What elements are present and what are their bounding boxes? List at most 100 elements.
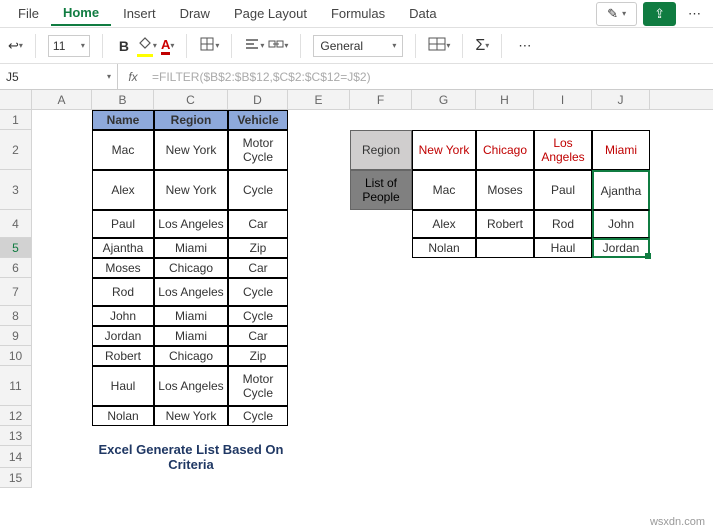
- cell-I4[interactable]: Rod: [534, 210, 592, 238]
- pen-button[interactable]: ✎ ▾: [596, 2, 637, 26]
- fx-button[interactable]: fx: [118, 70, 148, 84]
- menu-home[interactable]: Home: [51, 1, 111, 26]
- row-header-11[interactable]: 11: [0, 366, 31, 406]
- cell-B9[interactable]: Jordan: [92, 326, 154, 346]
- col-header-B[interactable]: B: [92, 90, 154, 110]
- cell-B8[interactable]: John: [92, 306, 154, 326]
- row-header-1[interactable]: 1: [0, 110, 31, 130]
- fill-handle[interactable]: [645, 253, 651, 259]
- font-color-button[interactable]: A ▾: [161, 37, 174, 55]
- menu-page-layout[interactable]: Page Layout: [222, 2, 319, 25]
- cell-G5[interactable]: Nolan: [412, 238, 476, 258]
- cell-C7[interactable]: Los Angeles: [154, 278, 228, 306]
- cell-C6[interactable]: Chicago: [154, 258, 228, 278]
- cell-C11[interactable]: Los Angeles: [154, 366, 228, 406]
- cell-H5[interactable]: [476, 238, 534, 258]
- col-header-E[interactable]: E: [288, 90, 350, 110]
- cell-B12[interactable]: Nolan: [92, 406, 154, 426]
- autosum-button[interactable]: Σ ▾: [475, 37, 489, 55]
- cell-D1[interactable]: Vehicle: [228, 110, 288, 130]
- name-box[interactable]: J5 ▾: [0, 64, 118, 89]
- cell-J4[interactable]: John: [592, 210, 650, 238]
- row-header-6[interactable]: 6: [0, 258, 31, 278]
- cell-G2[interactable]: New York: [412, 130, 476, 170]
- col-header-G[interactable]: G: [412, 90, 476, 110]
- undo-button[interactable]: ↩ ▾: [8, 38, 23, 54]
- row-header-5[interactable]: 5: [0, 238, 31, 258]
- cell-D8[interactable]: Cycle: [228, 306, 288, 326]
- cells-button[interactable]: ▾: [428, 36, 450, 55]
- menu-file[interactable]: File: [6, 2, 51, 25]
- col-header-J[interactable]: J: [592, 90, 650, 110]
- menu-insert[interactable]: Insert: [111, 2, 168, 25]
- row-header-3[interactable]: 3: [0, 170, 31, 210]
- align-button[interactable]: ▾: [244, 36, 264, 55]
- cell-F3[interactable]: List of People: [350, 170, 412, 210]
- cell-C1[interactable]: Region: [154, 110, 228, 130]
- cell-C5[interactable]: Miami: [154, 238, 228, 258]
- menu-draw[interactable]: Draw: [168, 2, 222, 25]
- cell-I3[interactable]: Paul: [534, 170, 592, 210]
- col-header-H[interactable]: H: [476, 90, 534, 110]
- cell-B6[interactable]: Moses: [92, 258, 154, 278]
- more-menu[interactable]: ⋯: [682, 6, 707, 22]
- cell-C12[interactable]: New York: [154, 406, 228, 426]
- row-header-12[interactable]: 12: [0, 406, 31, 426]
- cell-D9[interactable]: Car: [228, 326, 288, 346]
- cell-C9[interactable]: Miami: [154, 326, 228, 346]
- cell-D6[interactable]: Car: [228, 258, 288, 278]
- row-header-13[interactable]: 13: [0, 426, 31, 446]
- menu-formulas[interactable]: Formulas: [319, 2, 397, 25]
- cell-D2[interactable]: Motor Cycle: [228, 130, 288, 170]
- cell-G3[interactable]: Mac: [412, 170, 476, 210]
- cell-D3[interactable]: Cycle: [228, 170, 288, 210]
- cell-D4[interactable]: Car: [228, 210, 288, 238]
- cell-B7[interactable]: Rod: [92, 278, 154, 306]
- col-header-A[interactable]: A: [32, 90, 92, 110]
- row-header-14[interactable]: 14: [0, 446, 31, 468]
- borders-button[interactable]: ▾: [199, 36, 219, 55]
- cell-C10[interactable]: Chicago: [154, 346, 228, 366]
- row-header-2[interactable]: 2: [0, 130, 31, 170]
- fill-color-button[interactable]: ▾: [137, 35, 157, 57]
- cell-H4[interactable]: Robert: [476, 210, 534, 238]
- cell-F2[interactable]: Region: [350, 130, 412, 170]
- col-header-F[interactable]: F: [350, 90, 412, 110]
- cell-D7[interactable]: Cycle: [228, 278, 288, 306]
- cell-H2[interactable]: Chicago: [476, 130, 534, 170]
- cell-B4[interactable]: Paul: [92, 210, 154, 238]
- merge-button[interactable]: ▾: [268, 36, 288, 55]
- row-header-4[interactable]: 4: [0, 210, 31, 238]
- menu-data[interactable]: Data: [397, 2, 448, 25]
- cell-J5[interactable]: Jordan: [592, 238, 650, 258]
- cell-D12[interactable]: Cycle: [228, 406, 288, 426]
- row-header-9[interactable]: 9: [0, 326, 31, 346]
- cell-D11[interactable]: Motor Cycle: [228, 366, 288, 406]
- cell-B3[interactable]: Alex: [92, 170, 154, 210]
- cell-J3[interactable]: Ajantha: [592, 170, 650, 210]
- cell-B10[interactable]: Robert: [92, 346, 154, 366]
- cell-C8[interactable]: Miami: [154, 306, 228, 326]
- row-header-7[interactable]: 7: [0, 278, 31, 306]
- cell-B5[interactable]: Ajantha: [92, 238, 154, 258]
- col-header-D[interactable]: D: [228, 90, 288, 110]
- row-header-15[interactable]: 15: [0, 468, 31, 488]
- ribbon-more[interactable]: ⋯: [514, 38, 535, 54]
- cell-B1[interactable]: Name: [92, 110, 154, 130]
- cell-B2[interactable]: Mac: [92, 130, 154, 170]
- caption-text[interactable]: Excel Generate List Based On Criteria: [92, 446, 288, 468]
- select-all-corner[interactable]: [0, 90, 32, 109]
- row-header-10[interactable]: 10: [0, 346, 31, 366]
- cell-C4[interactable]: Los Angeles: [154, 210, 228, 238]
- formula-input[interactable]: =FILTER($B$2:$B$12,$C$2:$C$12=J$2): [148, 70, 713, 84]
- col-header-C[interactable]: C: [154, 90, 228, 110]
- cell-I5[interactable]: Haul: [534, 238, 592, 258]
- cell-D10[interactable]: Zip: [228, 346, 288, 366]
- share-button[interactable]: ⇪: [643, 2, 676, 26]
- col-header-I[interactable]: I: [534, 90, 592, 110]
- font-size-input[interactable]: 11 ▾: [48, 35, 90, 57]
- cell-G4[interactable]: Alex: [412, 210, 476, 238]
- cell-I2[interactable]: Los Angeles: [534, 130, 592, 170]
- number-format-select[interactable]: General ▾: [313, 35, 403, 57]
- cell-B11[interactable]: Haul: [92, 366, 154, 406]
